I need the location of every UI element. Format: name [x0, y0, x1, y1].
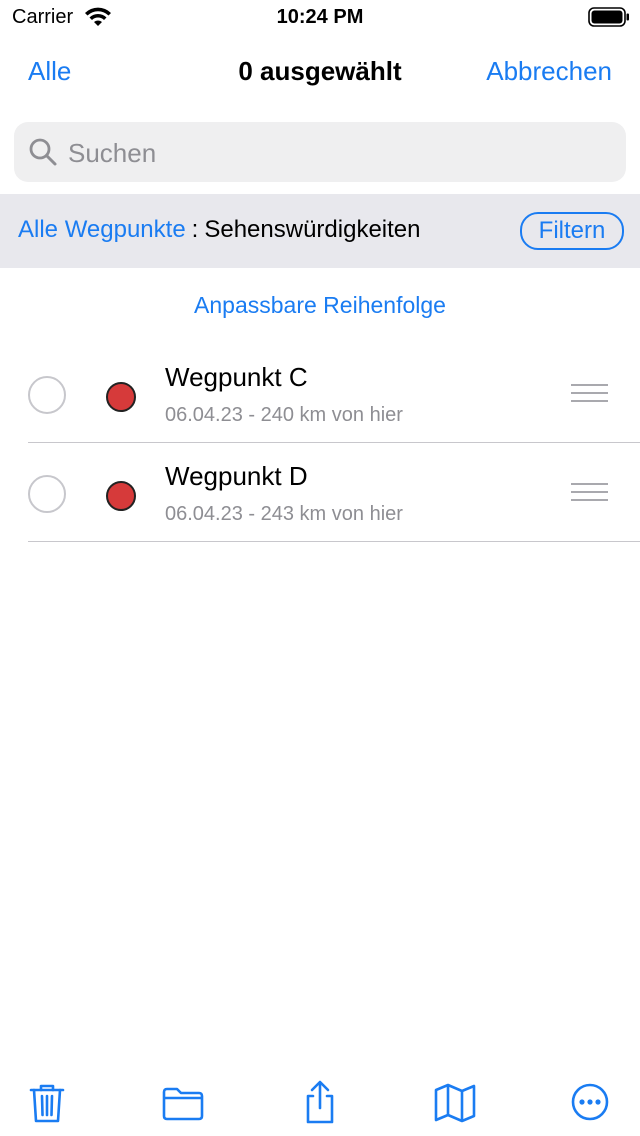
waypoint-list: Wegpunkt C 06.04.23 - 240 km von hier We…: [0, 344, 640, 542]
filter-breadcrumb: Alle Wegpunkte: Sehenswürdigkeiten: [18, 216, 420, 244]
select-circle[interactable]: [28, 475, 66, 513]
search-icon: [29, 138, 57, 166]
folder-icon[interactable]: [159, 1078, 207, 1126]
waypoint-title: Wegpunkt C: [165, 362, 308, 392]
drag-handle-icon[interactable]: [571, 384, 608, 402]
battery-icon: [588, 7, 629, 27]
select-circle[interactable]: [28, 376, 66, 414]
search-input[interactable]: [66, 122, 610, 184]
share-icon[interactable]: [296, 1078, 344, 1126]
list-item[interactable]: Wegpunkt D 06.04.23 - 243 km von hier: [0, 443, 640, 542]
sort-order-button[interactable]: Anpassbare Reihenfolge: [0, 292, 640, 319]
filter-bar: Alle Wegpunkte: Sehenswürdigkeiten Filter…: [0, 194, 640, 268]
trash-icon[interactable]: [23, 1078, 71, 1126]
status-time: 10:24 PM: [276, 6, 364, 28]
waypoint-subtitle: 06.04.23 - 240 km von hier: [165, 404, 403, 426]
search-bar[interactable]: [14, 122, 626, 184]
waypoint-dot-icon: [106, 481, 136, 511]
status-bar: Carrier 10:24 PM: [0, 0, 640, 36]
map-icon[interactable]: [431, 1078, 479, 1126]
more-icon[interactable]: [566, 1078, 614, 1126]
filter-separator: :: [191, 216, 199, 243]
filter-current-category: Sehenswürdigkeiten: [204, 216, 421, 243]
waypoint-subtitle: 06.04.23 - 243 km von hier: [165, 503, 403, 525]
waypoint-dot-icon: [106, 382, 136, 412]
list-item[interactable]: Wegpunkt C 06.04.23 - 240 km von hier: [0, 344, 640, 443]
filter-all-waypoints-link[interactable]: Alle Wegpunkte: [18, 216, 186, 243]
bottom-toolbar: [0, 1070, 640, 1136]
cancel-button[interactable]: Abbrechen: [486, 56, 612, 87]
filter-button[interactable]: Filtern: [520, 212, 624, 250]
row-divider: [28, 541, 640, 542]
drag-handle-icon[interactable]: [571, 483, 608, 501]
waypoint-title: Wegpunkt D: [165, 461, 308, 491]
